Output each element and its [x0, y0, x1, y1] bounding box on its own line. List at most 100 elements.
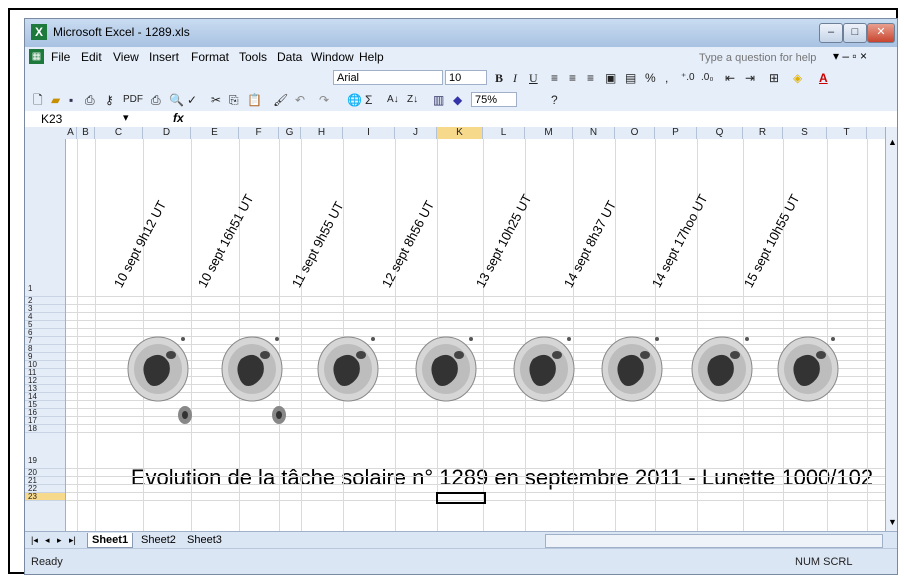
next-sheet-icon[interactable]: ▸ — [53, 533, 66, 547]
column-header-l[interactable]: L — [483, 127, 525, 139]
sort-descending-icon[interactable]: Z↓ — [407, 92, 418, 108]
comma-button[interactable]: , — [665, 70, 668, 86]
currency-icon[interactable]: ▤ — [625, 70, 636, 86]
sort-ascending-icon[interactable]: A↓ — [387, 92, 399, 108]
decrease-decimal-icon[interactable]: .0₀ — [701, 70, 714, 86]
row-header-1[interactable]: 1 — [25, 139, 65, 297]
fill-color-icon[interactable]: ◈ — [793, 70, 802, 86]
print-icon[interactable]: ⎙ — [85, 92, 95, 108]
column-header-j[interactable]: J — [395, 127, 437, 139]
column-header-b[interactable]: B — [77, 127, 95, 139]
sheet-grid[interactable]: Evolution de la tâche solaire n° 1289 en… — [66, 139, 885, 531]
column-header-o[interactable]: O — [615, 127, 655, 139]
menu-data[interactable]: Data — [277, 50, 302, 64]
menu-insert[interactable]: Insert — [149, 50, 179, 64]
column-header-q[interactable]: Q — [697, 127, 743, 139]
active-cell[interactable] — [436, 492, 486, 504]
column-header-p[interactable]: P — [655, 127, 697, 139]
first-sheet-icon[interactable]: |◂ — [27, 533, 42, 547]
minimize-button[interactable]: – — [819, 23, 843, 43]
italic-button[interactable]: I — [513, 70, 517, 86]
close-button[interactable]: ✕ — [867, 23, 895, 43]
menu-format[interactable]: Format — [191, 50, 229, 64]
undo-icon[interactable]: ↶ — [295, 92, 305, 108]
document-window-controls[interactable]: ▾ – ▫ × — [833, 49, 867, 63]
paste-icon[interactable]: 📋 — [247, 92, 262, 108]
tab-sheet1[interactable]: Sheet1 — [87, 533, 134, 548]
name-box-dropdown-icon[interactable]: ▾ — [123, 111, 129, 124]
new-icon[interactable]: 🗋 — [33, 92, 43, 108]
sunspot-drawing — [317, 336, 379, 402]
column-header-i[interactable]: I — [343, 127, 395, 139]
merge-center-icon[interactable]: ▣ — [605, 70, 616, 86]
percent-button[interactable]: % — [645, 70, 656, 86]
hyperlink-icon[interactable]: 🌐 — [347, 92, 362, 108]
column-header-g[interactable]: G — [279, 127, 301, 139]
menu-file[interactable]: File — [51, 50, 70, 64]
increase-decimal-icon[interactable]: ⁺.0 — [681, 70, 695, 86]
autosum-button[interactable]: Σ — [365, 92, 372, 108]
column-header-d[interactable]: D — [143, 127, 191, 139]
font-name-select[interactable]: Arial — [333, 70, 443, 85]
column-header-k[interactable]: K — [437, 127, 483, 139]
date-label: 10 sept 16h51 UT — [194, 191, 257, 290]
column-header-f[interactable]: F — [239, 127, 279, 139]
row-header-18[interactable]: 18 — [25, 425, 65, 433]
menu-tools[interactable]: Tools — [239, 50, 267, 64]
prev-sheet-icon[interactable]: ◂ — [41, 533, 54, 547]
borders-icon[interactable]: ⊞ — [769, 70, 779, 86]
column-header-e[interactable]: E — [191, 127, 239, 139]
align-right-icon[interactable]: ≡ — [587, 70, 594, 86]
maximize-button[interactable]: □ — [843, 23, 867, 43]
drawing-icon[interactable]: ◆ — [453, 92, 462, 108]
help-search-input[interactable] — [697, 50, 831, 66]
save-icon[interactable]: ▪ — [69, 92, 73, 108]
redo-icon[interactable]: ↷ — [319, 92, 329, 108]
copy-icon[interactable]: ⎘ — [229, 92, 239, 108]
decrease-indent-icon[interactable]: ⇤ — [725, 70, 735, 86]
spelling-icon[interactable]: ✓ — [187, 92, 197, 108]
help-icon[interactable]: ? — [551, 92, 558, 108]
title-bar[interactable]: X Microsoft Excel - 1289.xls – □ ✕ — [25, 19, 897, 47]
column-header-c[interactable]: C — [95, 127, 143, 139]
format-painter-icon[interactable]: 🖌 — [273, 92, 288, 108]
scroll-down-icon[interactable]: ▼ — [888, 517, 897, 527]
increase-indent-icon[interactable]: ⇥ — [745, 70, 755, 86]
column-header-h[interactable]: H — [301, 127, 343, 139]
row-header-23[interactable]: 23 — [25, 493, 65, 501]
menu-help[interactable]: Help — [359, 50, 384, 64]
tab-sheet2[interactable]: Sheet2 — [137, 533, 180, 547]
last-sheet-icon[interactable]: ▸| — [65, 533, 80, 547]
underline-button[interactable]: U — [529, 70, 538, 86]
column-header-a[interactable]: A — [65, 127, 77, 139]
permission-icon[interactable]: ⚷ — [105, 92, 114, 108]
name-box[interactable]: K23 — [41, 112, 121, 126]
chart-wizard-icon[interactable]: ▥ — [433, 92, 444, 108]
row-header-19[interactable]: 19 — [25, 433, 65, 469]
preview-icon[interactable]: 🔍 — [169, 92, 184, 108]
tab-sheet3[interactable]: Sheet3 — [183, 533, 226, 547]
column-header-t[interactable]: T — [827, 127, 867, 139]
vertical-scrollbar[interactable]: ▲ ▼ — [885, 127, 897, 531]
align-left-icon[interactable]: ≡ — [551, 70, 558, 86]
scroll-up-icon[interactable]: ▲ — [888, 137, 897, 147]
bold-button[interactable]: B — [495, 70, 503, 86]
column-header-s[interactable]: S — [783, 127, 827, 139]
font-size-select[interactable]: 10 — [445, 70, 487, 85]
align-center-icon[interactable]: ≡ — [569, 70, 576, 86]
cut-icon[interactable]: ✂ — [211, 92, 221, 108]
horizontal-scrollbar[interactable] — [545, 534, 883, 548]
workbook-icon[interactable]: ▦ — [29, 49, 44, 64]
open-icon[interactable]: ▰ — [51, 92, 60, 108]
menu-window[interactable]: Window — [311, 50, 354, 64]
font-color-icon[interactable]: A — [819, 70, 828, 86]
menu-view[interactable]: View — [113, 50, 139, 64]
pdf-button[interactable]: PDF — [123, 92, 143, 108]
column-header-n[interactable]: N — [573, 127, 615, 139]
zoom-select[interactable]: 75% — [471, 92, 517, 107]
print-preview-icon[interactable]: ⎙ — [151, 92, 161, 108]
row-headers: 1 2 3 4 5 6 7 8 9 10 11 12 13 14 15 16 17 18 19 20 21 22 23 — [25, 139, 66, 531]
menu-edit[interactable]: Edit — [81, 50, 102, 64]
column-header-m[interactable]: M — [525, 127, 573, 139]
column-header-r[interactable]: R — [743, 127, 783, 139]
